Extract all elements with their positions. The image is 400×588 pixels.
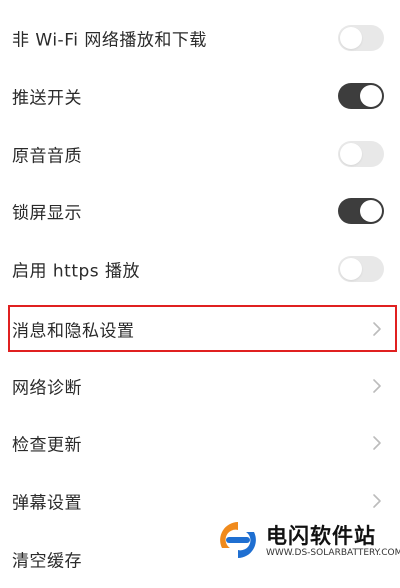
setting-row-lockscreen[interactable]: 锁屏显示 — [0, 182, 400, 240]
non-wifi-download-toggle[interactable] — [338, 25, 384, 51]
setting-label-non-wifi-download: 非 Wi-Fi 网络播放和下载 — [12, 30, 207, 51]
setting-row-non-wifi-download[interactable]: 非 Wi-Fi 网络播放和下载 — [0, 9, 400, 67]
chevron-right-icon — [373, 494, 381, 508]
setting-row-message-privacy[interactable]: 消息和隐私设置 — [0, 300, 400, 358]
setting-row-original-audio[interactable]: 原音音质 — [0, 125, 400, 183]
setting-label-https: 启用 https 播放 — [12, 261, 141, 282]
chevron-right-icon — [373, 322, 381, 336]
setting-label-push: 推送开关 — [12, 88, 82, 109]
watermark: 电闪软件站 WWW.DS-SOLARBATTERY.COM — [212, 512, 400, 567]
push-toggle[interactable] — [338, 83, 384, 109]
setting-label-lockscreen: 锁屏显示 — [12, 203, 82, 224]
setting-label-danmaku: 弹幕设置 — [12, 493, 82, 514]
toggle-knob — [340, 143, 362, 165]
watermark-title: 电闪软件站 — [266, 524, 376, 548]
lockscreen-toggle[interactable] — [338, 198, 384, 224]
setting-label-check-update: 检查更新 — [12, 435, 82, 456]
chevron-right-icon — [373, 436, 381, 450]
https-toggle[interactable] — [338, 256, 384, 282]
setting-label-original-audio: 原音音质 — [12, 146, 82, 167]
watermark-url: WWW.DS-SOLARBATTERY.COM — [266, 548, 400, 558]
setting-label-clear-cache: 清空缓存 — [12, 551, 82, 572]
setting-row-check-update[interactable]: 检查更新 — [0, 414, 400, 472]
original-audio-toggle[interactable] — [338, 141, 384, 167]
toggle-knob — [340, 258, 362, 280]
chevron-right-icon — [373, 379, 381, 393]
setting-label-message-privacy: 消息和隐私设置 — [12, 321, 135, 342]
setting-row-network-diagnosis[interactable]: 网络诊断 — [0, 357, 400, 415]
toggle-knob — [360, 85, 382, 107]
site-logo-icon — [220, 522, 256, 558]
setting-row-https[interactable]: 启用 https 播放 — [0, 240, 400, 298]
toggle-knob — [340, 27, 362, 49]
toggle-knob — [360, 200, 382, 222]
setting-label-network-diagnosis: 网络诊断 — [12, 378, 82, 399]
setting-row-push[interactable]: 推送开关 — [0, 67, 400, 125]
